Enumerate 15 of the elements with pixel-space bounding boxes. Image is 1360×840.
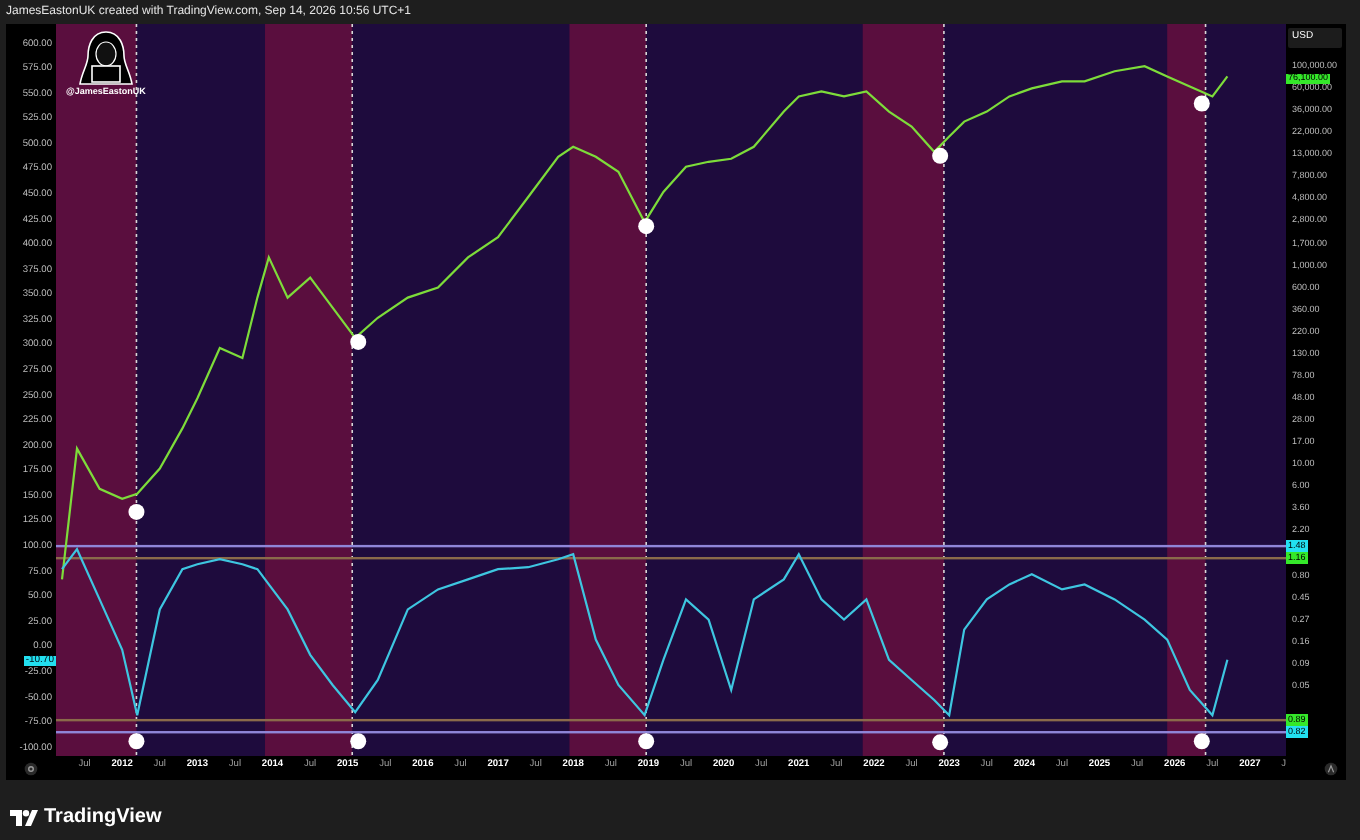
point	[128, 503, 145, 520]
brand-name: TradingView	[44, 808, 162, 828]
point	[932, 147, 949, 164]
point	[1193, 733, 1210, 750]
point	[350, 333, 367, 350]
auto-scale-icon[interactable]	[1324, 761, 1338, 775]
settings-icon[interactable]	[24, 761, 38, 775]
point	[638, 733, 655, 750]
point	[932, 734, 949, 751]
point	[638, 218, 655, 235]
point	[128, 733, 145, 750]
brand-logo-icon	[10, 810, 38, 826]
point	[350, 733, 367, 750]
hooded-figure-icon	[75, 28, 136, 88]
point	[1193, 95, 1210, 112]
